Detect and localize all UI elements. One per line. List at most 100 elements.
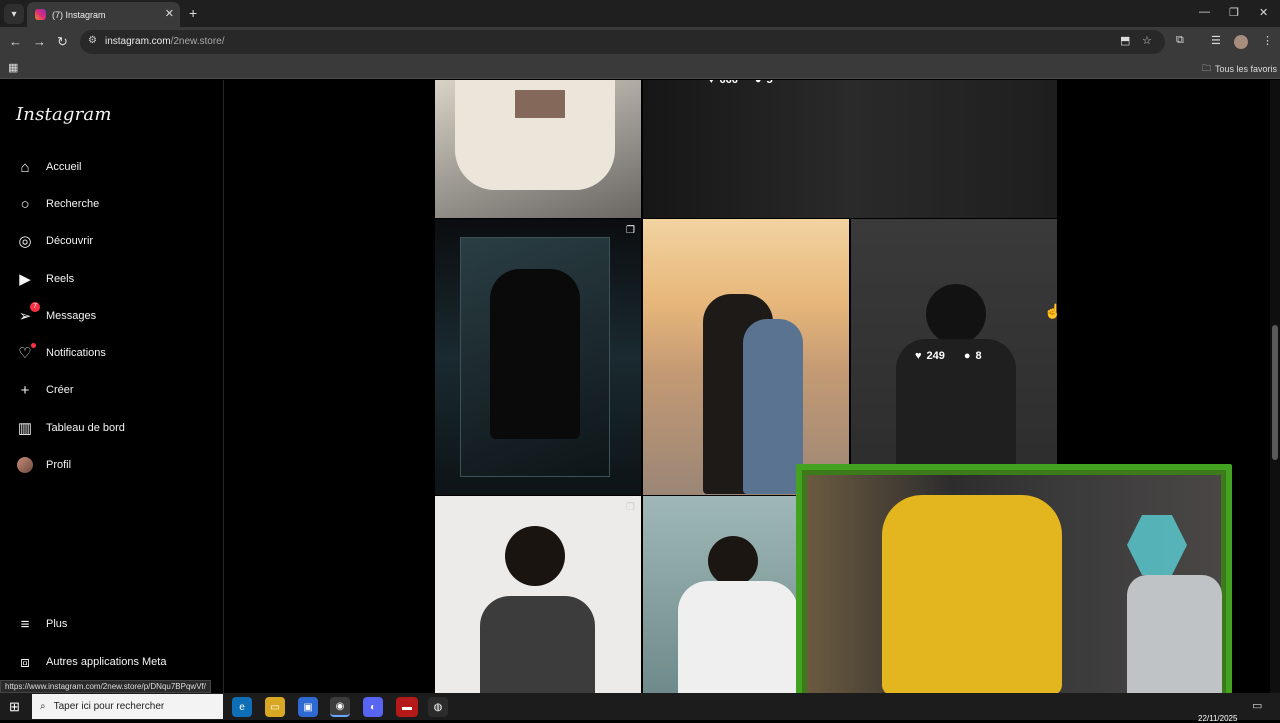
install-app-icon[interactable]: ⬒	[1120, 34, 1130, 47]
chrome-icon[interactable]: ◉	[330, 697, 350, 717]
nav-create[interactable]: + Créer	[16, 379, 74, 401]
taskbar-date: 22/11/2025	[1198, 714, 1238, 723]
post-thumbnail[interactable]	[643, 219, 849, 495]
windows-start-icon[interactable]: ⊞	[9, 699, 20, 715]
all-bookmarks-folder[interactable]: 🗀 Tous les favoris	[1202, 61, 1277, 77]
scrollbar-thumb[interactable]	[1272, 325, 1278, 460]
apps-grid-icon[interactable]: ▦	[8, 61, 18, 74]
black-hoodie-shape	[490, 269, 580, 439]
nav-reels[interactable]: ▶ Reels	[16, 268, 74, 290]
post-thumbnail[interactable]: ❐	[435, 496, 641, 693]
nav-label: Créer	[46, 384, 74, 396]
post-thumbnail[interactable]: ❐	[435, 219, 641, 495]
window-close-icon[interactable]: ✕	[1259, 6, 1268, 19]
person-shape	[743, 319, 803, 494]
media-controls-icon[interactable]: ☰	[1211, 34, 1221, 47]
nav-search[interactable]: ○ Recherche	[16, 193, 99, 215]
head-shape	[505, 526, 565, 586]
comments-count: 5	[766, 80, 773, 86]
notification-dot	[31, 343, 36, 348]
browser-tab[interactable]: (7) Instagram ✕	[27, 2, 180, 27]
nav-label: Reels	[46, 273, 75, 285]
nav-explore[interactable]: ◎ Découvrir	[16, 230, 93, 252]
nav-more[interactable]: ≡ Plus	[16, 613, 68, 635]
tab-title: (7) Instagram	[52, 9, 106, 20]
forward-icon[interactable]: →	[33, 34, 46, 49]
edge-icon[interactable]: e	[232, 697, 252, 717]
nav-notifications[interactable]: ♡ Notifications	[16, 342, 106, 364]
nav-label: Plus	[46, 618, 68, 630]
comments-count: 8	[975, 350, 982, 362]
post-stats: ♥ 666 ● 5	[708, 80, 773, 86]
comment-icon: ●	[963, 350, 971, 362]
nav-label: Messages	[46, 310, 97, 322]
nav-label: Accueil	[46, 161, 82, 173]
messages-badge: 7	[30, 302, 40, 312]
nav-home[interactable]: ⌂ Accueil	[16, 156, 81, 178]
bookmark-star-icon[interactable]: ☆	[1142, 34, 1152, 47]
tshirt-shape	[480, 596, 595, 693]
file-explorer-icon[interactable]: ▭	[265, 697, 285, 717]
white-tshirt-shape	[678, 581, 798, 693]
windows-taskbar: ⊞ ⌕ Taper ici pour rechercher e ▭ ▣ ◉ ◐ …	[0, 693, 1280, 720]
bookmarks-bar: ▦ 🗀 Tous les favoris	[0, 57, 1280, 79]
print-graphic	[515, 90, 565, 118]
restore-icon[interactable]: ❐	[1229, 6, 1239, 19]
post-stats: ♥ 249 ● 8	[915, 350, 982, 362]
nav-label: Découvrir	[46, 235, 94, 247]
nav-profile[interactable]: Profil	[16, 454, 71, 476]
reels-icon: ▶	[19, 271, 31, 288]
all-bookmarks-label: Tous les favoris	[1215, 64, 1278, 74]
menu-icon: ≡	[20, 615, 30, 633]
dashboard-icon: ▥	[17, 420, 33, 437]
post-thumbnail-hovered[interactable]: ♥ 249 ● 8	[851, 219, 1057, 495]
messages-icon: ➢ 7	[16, 302, 40, 325]
minimize-icon[interactable]: —	[1199, 6, 1210, 18]
hexagon-lights	[1127, 515, 1187, 575]
site-info-icon[interactable]: ⚙	[88, 35, 100, 47]
url-text: instagram.com/2new.store/	[105, 36, 225, 47]
browser-toolbar: ← → ↻ ⚙ instagram.com/2new.store/	[0, 27, 1280, 57]
search-icon: ⌕	[40, 701, 46, 712]
likes-count: 666	[719, 80, 738, 86]
instagram-logo[interactable]: Instagram	[16, 104, 112, 125]
profile-avatar	[16, 456, 34, 474]
heart-filled-icon: ♥	[915, 350, 922, 362]
nav-meta-apps[interactable]: ⧈ Autres applications Meta	[16, 651, 166, 673]
browser-profile-avatar[interactable]	[1234, 35, 1248, 49]
nav-label: Autres applications Meta	[46, 656, 167, 668]
page-scrollbar[interactable]	[1270, 80, 1280, 693]
tab-search-button[interactable]: ▾	[4, 4, 24, 24]
reload-icon[interactable]: ↻	[57, 34, 68, 50]
instagram-favicon-icon	[35, 9, 46, 20]
nav-messages[interactable]: ➢ 7 Messages	[16, 302, 97, 327]
url-path: /2new.store/	[170, 36, 225, 47]
taskbar-search-box[interactable]: ⌕ Taper ici pour rechercher	[32, 694, 223, 719]
extensions-icon[interactable]: ⧉	[1176, 34, 1184, 47]
back-icon[interactable]: ←	[9, 34, 22, 49]
store-icon[interactable]: ▣	[298, 697, 318, 717]
folder-icon: 🗀	[1202, 63, 1212, 73]
webcam-overlay	[796, 464, 1232, 707]
nav-label: Tableau de bord	[46, 422, 125, 434]
nav-dashboard[interactable]: ▥ Tableau de bord	[16, 417, 125, 439]
likes-count: 249	[926, 350, 945, 362]
taskbar-search-placeholder: Taper ici pour rechercher	[53, 701, 165, 712]
post-thumbnail[interactable]: ♥ 666 ● 5	[643, 80, 1057, 218]
plus-icon: +	[20, 381, 30, 399]
new-tab-icon[interactable]: +	[189, 5, 197, 21]
search-icon: ○	[20, 195, 30, 213]
address-bar[interactable]: ⚙ instagram.com/2new.store/	[80, 30, 1165, 54]
home-icon: ⌂	[20, 158, 30, 176]
voicemod-icon[interactable]: ▬	[396, 697, 418, 717]
post-thumbnail[interactable]	[435, 80, 641, 218]
notification-center-icon[interactable]: ▭	[1252, 699, 1262, 712]
link-status-bubble: https://www.instagram.com/2new.store/p/D…	[0, 680, 211, 693]
close-tab-icon[interactable]: ✕	[165, 7, 174, 20]
obs-icon[interactable]: ◍	[428, 697, 448, 717]
discord-icon[interactable]: ◐	[363, 697, 383, 717]
url-host: instagram.com	[105, 36, 171, 47]
carousel-icon: ❐	[626, 502, 635, 513]
meta-apps-icon: ⧈	[20, 653, 30, 671]
browser-menu-icon[interactable]: ⋮	[1262, 34, 1273, 47]
